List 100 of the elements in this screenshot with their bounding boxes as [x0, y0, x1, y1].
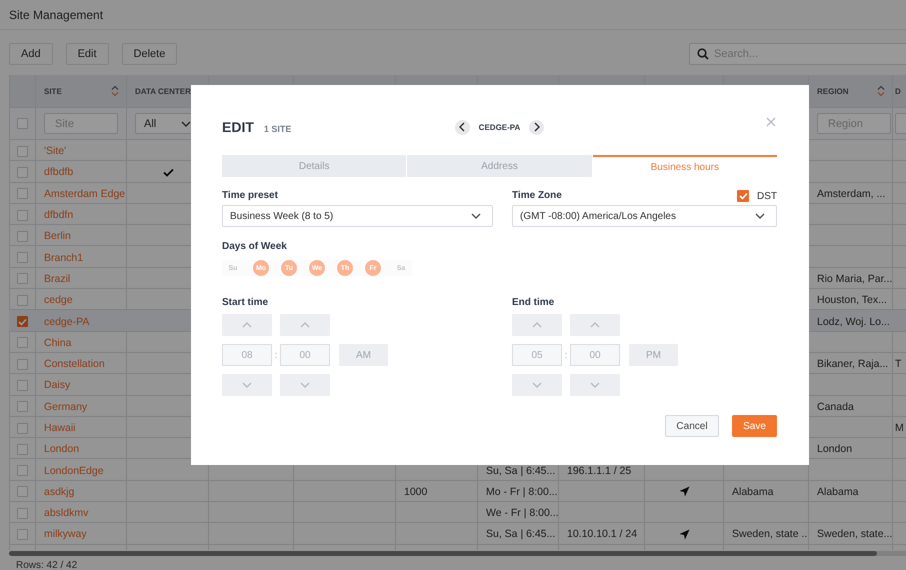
- table-cell: Rio Maria, Par...: [817, 272, 892, 285]
- increment-button[interactable]: [570, 314, 620, 336]
- chevron-down-icon: [299, 381, 311, 389]
- row-checkbox[interactable]: [17, 337, 28, 348]
- chevron-down-icon: [241, 381, 253, 389]
- close-icon: [766, 117, 776, 127]
- site-link[interactable]: 'Site': [44, 145, 66, 158]
- decrement-button[interactable]: [512, 374, 562, 396]
- site-link[interactable]: cedge-PA: [44, 316, 90, 328]
- decrement-button[interactable]: [280, 374, 330, 396]
- row-checkbox[interactable]: [17, 444, 28, 455]
- hour-field[interactable]: 05: [512, 344, 562, 366]
- site-link[interactable]: milkyway: [44, 528, 87, 540]
- toolbar-button[interactable]: Add: [9, 42, 53, 64]
- dst-checkbox[interactable]: [737, 190, 749, 202]
- row-checkbox[interactable]: [17, 316, 28, 328]
- table-cell: Alabama: [732, 486, 774, 498]
- row-checkbox[interactable]: [17, 273, 28, 284]
- increment-button[interactable]: [512, 314, 562, 336]
- table-cell: T: [895, 358, 902, 370]
- dialog-title: EDIT: [222, 119, 254, 135]
- save-button[interactable]: Save: [732, 415, 777, 437]
- site-link[interactable]: Hawaii: [44, 422, 76, 434]
- field-label: End time: [512, 296, 554, 310]
- navigation-arrow-icon: [679, 528, 690, 540]
- site-link[interactable]: asdkjg: [44, 486, 74, 498]
- decrement-button[interactable]: [222, 374, 272, 396]
- tab[interactable]: Address: [407, 155, 592, 177]
- table-cell: Amsterdam, ...: [817, 188, 886, 200]
- table-cell: 1000: [404, 486, 428, 498]
- minute-field[interactable]: 00: [280, 344, 330, 366]
- table-cell: M: [895, 422, 904, 434]
- period-button[interactable]: PM: [629, 344, 678, 366]
- table-cell: Sweden, state...: [817, 528, 892, 540]
- row-checkbox[interactable]: [17, 294, 28, 306]
- site-link[interactable]: Germany: [44, 400, 88, 413]
- site-link[interactable]: Branch1: [44, 252, 84, 264]
- field-label: Time Zone: [512, 189, 562, 203]
- current-site: CEDGE-PA: [478, 122, 520, 132]
- toolbar-button[interactable]: Delete: [122, 42, 178, 64]
- chevron-up-icon: [589, 321, 601, 329]
- dropdown-field[interactable]: Business Week (8 to 5): [222, 205, 493, 227]
- row-checkbox[interactable]: [17, 401, 28, 412]
- check-icon: [162, 168, 174, 177]
- site-link[interactable]: LondonEdge: [44, 464, 104, 477]
- site-link[interactable]: cedge: [44, 294, 73, 306]
- chevron-left-icon: [458, 121, 466, 133]
- increment-button[interactable]: [280, 314, 330, 336]
- close-button[interactable]: [765, 116, 777, 128]
- row-checkbox[interactable]: [17, 252, 28, 264]
- column-header[interactable]: DATA CENTER: [135, 86, 191, 96]
- row-checkbox[interactable]: [17, 188, 28, 200]
- site-link[interactable]: Amsterdam Edge: [44, 188, 126, 200]
- row-checkbox[interactable]: [17, 166, 28, 178]
- site-link[interactable]: dfbdfb: [44, 166, 74, 178]
- site-link[interactable]: Daisy: [44, 379, 70, 392]
- table-cell: Lodz, Woj. Lo...: [817, 316, 890, 328]
- field-label: Start time: [222, 296, 268, 310]
- cancel-button[interactable]: Cancel: [665, 415, 719, 437]
- row-checkbox[interactable]: [17, 422, 28, 434]
- table-cell: Mo - Fr | 8:00...: [486, 486, 558, 498]
- site-link[interactable]: absldkmv: [44, 507, 88, 520]
- next-button[interactable]: [529, 120, 544, 134]
- chevron-down-icon: [470, 212, 482, 220]
- hour-field[interactable]: 08: [222, 344, 272, 366]
- site-link[interactable]: Brazil: [44, 272, 70, 285]
- row-checkbox[interactable]: [17, 465, 28, 476]
- site-link[interactable]: dfbdfn: [44, 209, 74, 222]
- select-all-checkbox[interactable]: [17, 118, 28, 129]
- row-checkbox[interactable]: [17, 486, 28, 498]
- row-checkbox[interactable]: [17, 146, 28, 157]
- previous-button[interactable]: [454, 120, 470, 134]
- column-header[interactable]: SITE: [44, 86, 62, 96]
- table-cell: Houston, Tex...: [817, 294, 887, 306]
- column-header[interactable]: REGION: [817, 86, 849, 96]
- row-checkbox[interactable]: [17, 358, 28, 370]
- page-title: Site Management: [9, 8, 104, 22]
- chevron-up-icon: [299, 321, 311, 329]
- site-link[interactable]: China: [44, 336, 72, 349]
- row-checkbox[interactable]: [17, 230, 28, 242]
- row-checkbox[interactable]: [17, 380, 28, 391]
- increment-button[interactable]: [222, 314, 272, 336]
- table-cell: Su, Sa | 6:45...: [486, 464, 556, 477]
- row-checkbox[interactable]: [17, 528, 28, 540]
- tab[interactable]: Details: [222, 155, 406, 177]
- checkbox-label: DST: [757, 190, 777, 202]
- table-cell: Canada: [817, 400, 854, 413]
- toolbar-button[interactable]: Edit: [66, 42, 109, 64]
- column-header[interactable]: D: [895, 86, 901, 96]
- row-count: Rows: 42 / 42: [15, 559, 78, 570]
- site-link[interactable]: London: [44, 443, 80, 456]
- site-link[interactable]: Berlin: [44, 230, 71, 242]
- row-checkbox[interactable]: [17, 508, 28, 519]
- row-checkbox[interactable]: [17, 210, 28, 221]
- minute-field[interactable]: 00: [570, 344, 620, 366]
- dropdown-field[interactable]: (GMT -08:00) America/Los Angeles: [512, 205, 777, 227]
- scrollbar-thumb[interactable]: [9, 551, 877, 556]
- period-button[interactable]: AM: [339, 344, 388, 366]
- site-link[interactable]: Constellation: [44, 358, 105, 370]
- decrement-button[interactable]: [570, 374, 620, 396]
